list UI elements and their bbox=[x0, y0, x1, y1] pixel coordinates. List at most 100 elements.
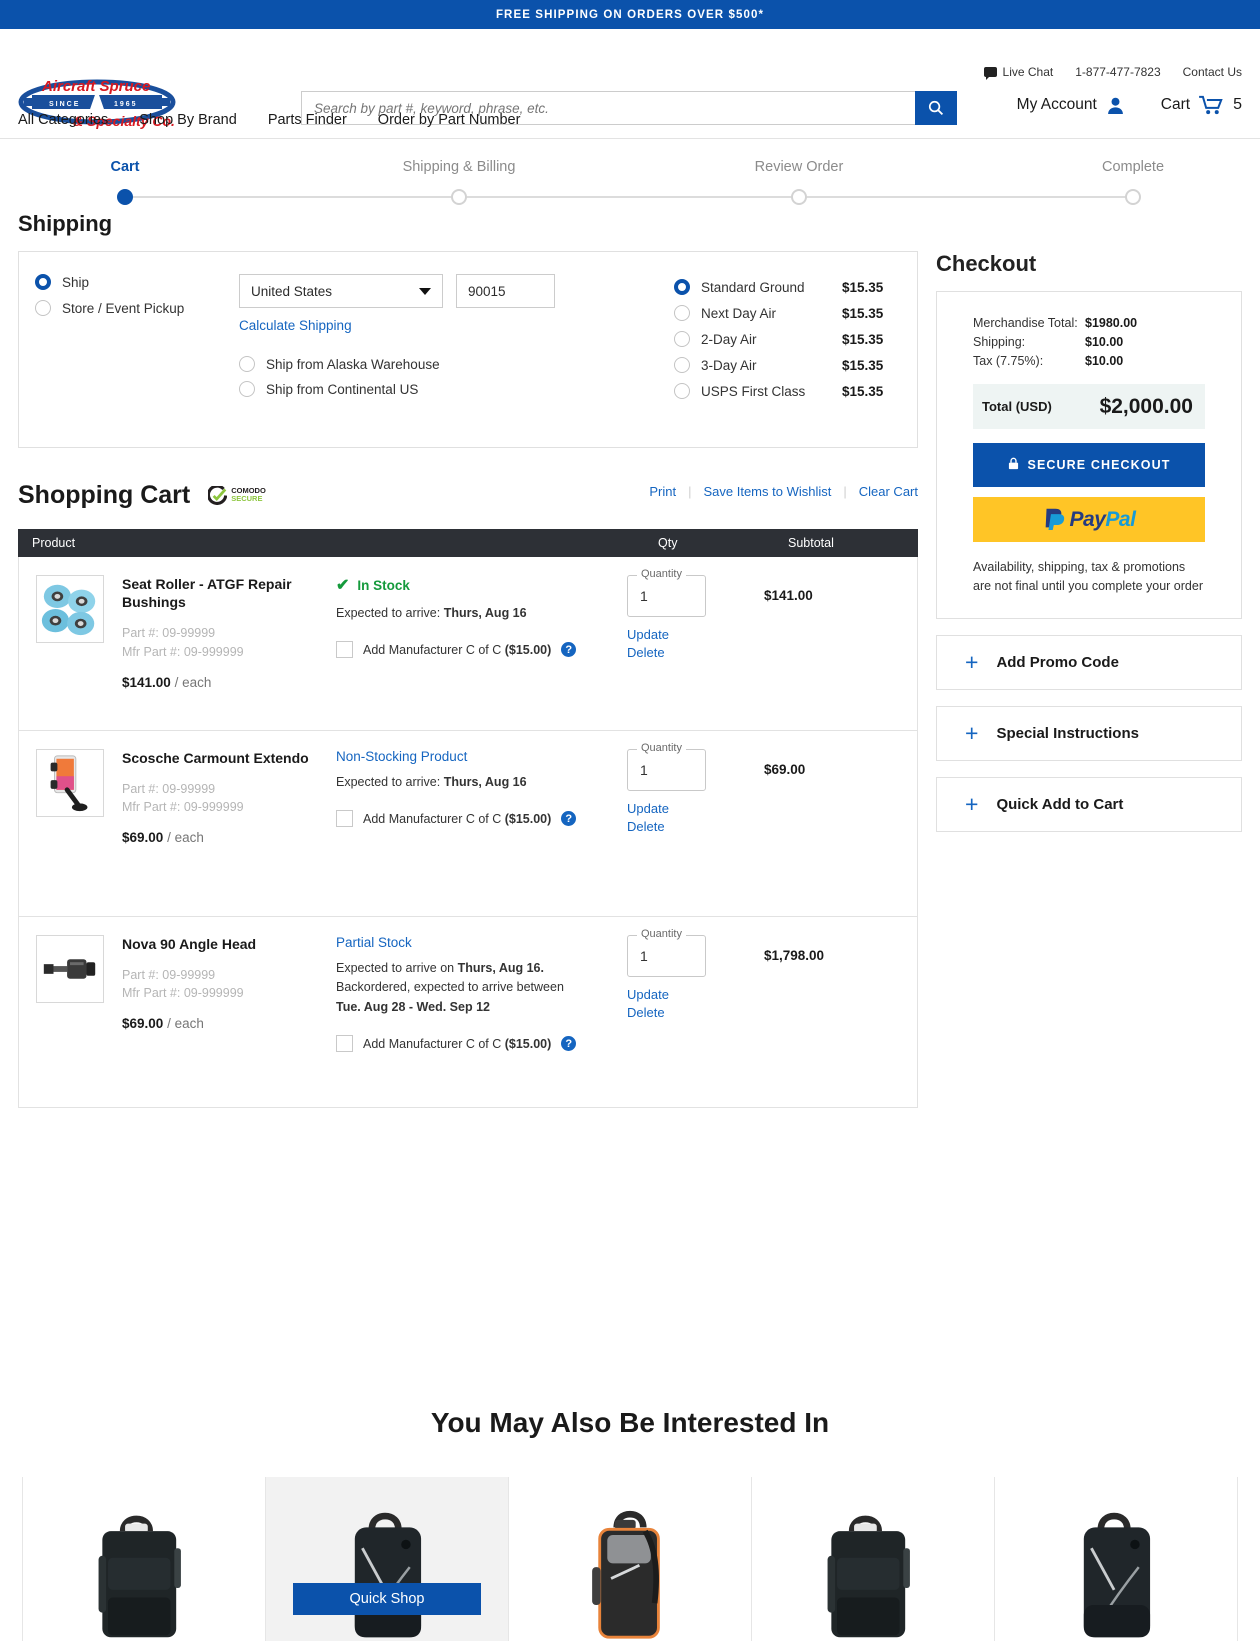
shipping-method-2-day-air[interactable]: 2-Day Air $15.35 bbox=[674, 326, 904, 352]
shipping-method-3-day-air[interactable]: 3-Day Air $15.35 bbox=[674, 352, 904, 378]
manufacturer-coc-option[interactable]: Add Manufacturer C of C ($15.00) ? bbox=[336, 641, 624, 659]
nav-item-parts-finder[interactable]: Parts Finder bbox=[268, 112, 347, 128]
step-label-cart[interactable]: Cart bbox=[110, 159, 139, 175]
radio-standard-ground[interactable] bbox=[674, 279, 690, 295]
coc-checkbox[interactable] bbox=[336, 641, 353, 659]
checkout-disclaimer: Availability, shipping, tax & promotions… bbox=[973, 560, 1203, 593]
clear-cart-link[interactable]: Clear Cart bbox=[859, 484, 918, 499]
manufacturer-coc-option[interactable]: Add Manufacturer C of C ($15.00) ? bbox=[336, 1035, 624, 1053]
cart-button[interactable]: Cart 5 bbox=[1161, 95, 1242, 115]
coc-checkbox[interactable] bbox=[336, 810, 353, 828]
quantity-stepper[interactable]: Quantity 1 bbox=[627, 568, 706, 617]
shipping-section-title: Shipping bbox=[18, 211, 113, 236]
product-name[interactable]: Scosche Carmount Extendo bbox=[122, 749, 334, 767]
print-link[interactable]: Print bbox=[649, 484, 676, 499]
order-total-box: Total (USD) $2,000.00 bbox=[973, 384, 1205, 429]
accordion-special-instructions[interactable]: + Special Instructions bbox=[936, 705, 1242, 761]
radio-alaska-warehouse[interactable] bbox=[239, 356, 255, 372]
phone-link[interactable]: 1-877-477-7823 bbox=[1075, 65, 1160, 79]
radio-option-store-pickup[interactable]: Store / Event Pickup bbox=[35, 300, 184, 316]
help-icon[interactable]: ? bbox=[561, 642, 577, 658]
quick-shop-button[interactable]: Quick Shop bbox=[293, 1583, 481, 1615]
secure-checkout-button[interactable]: SECURE CHECKOUT bbox=[973, 443, 1205, 487]
recommendation-card[interactable] bbox=[22, 1477, 265, 1641]
help-icon[interactable]: ? bbox=[561, 811, 577, 827]
delete-link[interactable]: Delete bbox=[627, 644, 754, 662]
radio-continental-us[interactable] bbox=[239, 381, 255, 397]
live-chat-link[interactable]: Live Chat bbox=[983, 65, 1053, 80]
step-dot-complete[interactable] bbox=[1125, 189, 1141, 205]
product-name[interactable]: Nova 90 Angle Head bbox=[122, 935, 334, 953]
update-link[interactable]: Update bbox=[627, 986, 754, 1004]
quantity-legend: Quantity bbox=[637, 928, 686, 940]
quantity-value[interactable]: 1 bbox=[640, 762, 648, 778]
delete-link[interactable]: Delete bbox=[627, 818, 754, 836]
update-link[interactable]: Update bbox=[627, 626, 754, 644]
recommendation-card[interactable] bbox=[994, 1477, 1238, 1641]
shopping-cart-header: Shopping Cart COMODO SECURE Print | Save… bbox=[18, 473, 918, 517]
radio-2-day-air[interactable] bbox=[674, 331, 690, 347]
radio-ship[interactable] bbox=[35, 274, 51, 290]
product-stock-column: ✔ In Stock Expected to arrive: Thurs, Au… bbox=[334, 575, 624, 712]
my-account-button[interactable]: My Account bbox=[1017, 96, 1125, 115]
radio-option-ship[interactable]: Ship bbox=[35, 274, 184, 290]
step-label-shipping-billing[interactable]: Shipping & Billing bbox=[403, 159, 516, 175]
status-badge: Partial Stock bbox=[336, 935, 624, 950]
shipping-method-usps-first-class[interactable]: USPS First Class $15.35 bbox=[674, 378, 904, 404]
recommendation-card[interactable]: Quick Shop bbox=[265, 1477, 508, 1641]
stock-status-text[interactable]: Partial Stock bbox=[336, 935, 412, 950]
step-dot-cart[interactable] bbox=[117, 189, 133, 205]
quantity-stepper[interactable]: Quantity 1 bbox=[627, 742, 706, 791]
step-dot-shipping-billing[interactable] bbox=[451, 189, 467, 205]
product-thumbnail[interactable] bbox=[36, 575, 104, 643]
radio-option-alaska-warehouse[interactable]: Ship from Alaska Warehouse bbox=[239, 356, 569, 372]
step-label-complete[interactable]: Complete bbox=[1102, 159, 1164, 175]
column-header-product: Product bbox=[32, 536, 76, 550]
flight-backpack-image bbox=[354, 1512, 422, 1638]
coc-checkbox[interactable] bbox=[336, 1035, 353, 1053]
unit-price-suffix: / each bbox=[174, 674, 212, 690]
nav-item-shop-by-brand[interactable]: Shop By Brand bbox=[139, 112, 237, 128]
summary-line-tax: Tax (7.75%): $10.00 bbox=[973, 354, 1205, 368]
zip-input[interactable] bbox=[456, 274, 555, 308]
radio-option-continental-us[interactable]: Ship from Continental US bbox=[239, 381, 569, 397]
quantity-value[interactable]: 1 bbox=[640, 948, 648, 964]
calculate-shipping-link[interactable]: Calculate Shipping bbox=[239, 318, 352, 333]
coc-label-text: Add Manufacturer C of C bbox=[363, 1036, 505, 1051]
help-icon[interactable]: ? bbox=[561, 1036, 577, 1052]
recommendation-card[interactable] bbox=[508, 1477, 751, 1641]
manufacturer-coc-option[interactable]: Add Manufacturer C of C ($15.00) ? bbox=[336, 810, 624, 828]
contact-us-link[interactable]: Contact Us bbox=[1183, 65, 1242, 79]
shipping-method-next-day-air[interactable]: Next Day Air $15.35 bbox=[674, 300, 904, 326]
shipping-method-standard-ground[interactable]: Standard Ground $15.35 bbox=[674, 274, 904, 300]
product-thumbnail[interactable] bbox=[36, 749, 104, 817]
radio-next-day-air[interactable] bbox=[674, 305, 690, 321]
step-label-review-order[interactable]: Review Order bbox=[755, 159, 844, 175]
quantity-value[interactable]: 1 bbox=[640, 588, 648, 604]
nav-item-order-by-part-number[interactable]: Order by Part Number bbox=[378, 112, 521, 128]
person-icon bbox=[1106, 96, 1125, 115]
paypal-button[interactable]: PayPal bbox=[973, 497, 1205, 542]
backorder-note: Backordered, expected to arrive between bbox=[336, 980, 564, 995]
quantity-stepper[interactable]: Quantity 1 bbox=[627, 928, 706, 977]
accordion-quick-add-to-cart[interactable]: + Quick Add to Cart bbox=[936, 776, 1242, 832]
radio-store-pickup[interactable] bbox=[35, 300, 51, 316]
country-select[interactable]: United States bbox=[239, 274, 443, 308]
update-link[interactable]: Update bbox=[627, 800, 754, 818]
accordion-add-promo-code[interactable]: + Add Promo Code bbox=[936, 634, 1242, 690]
step-dot-review-order[interactable] bbox=[791, 189, 807, 205]
save-to-wishlist-link[interactable]: Save Items to Wishlist bbox=[703, 484, 831, 499]
search-button[interactable] bbox=[915, 91, 957, 125]
radio-3-day-air[interactable] bbox=[674, 357, 690, 373]
recommendation-card[interactable] bbox=[751, 1477, 994, 1641]
svg-text:1965: 1965 bbox=[114, 101, 138, 108]
delivery-method-options: Ship Store / Event Pickup bbox=[35, 274, 184, 316]
delete-link[interactable]: Delete bbox=[627, 1004, 754, 1022]
radio-usps-first-class[interactable] bbox=[674, 383, 690, 399]
product-info: Seat Roller - ATGF Repair Bushings Part … bbox=[104, 575, 334, 712]
quantity-legend: Quantity bbox=[637, 742, 686, 754]
product-name[interactable]: Seat Roller - ATGF Repair Bushings bbox=[122, 575, 334, 611]
stock-status-text[interactable]: Non-Stocking Product bbox=[336, 749, 467, 764]
product-thumbnail[interactable] bbox=[36, 935, 104, 1003]
nav-item-all-categories[interactable]: All Categories bbox=[18, 112, 108, 128]
